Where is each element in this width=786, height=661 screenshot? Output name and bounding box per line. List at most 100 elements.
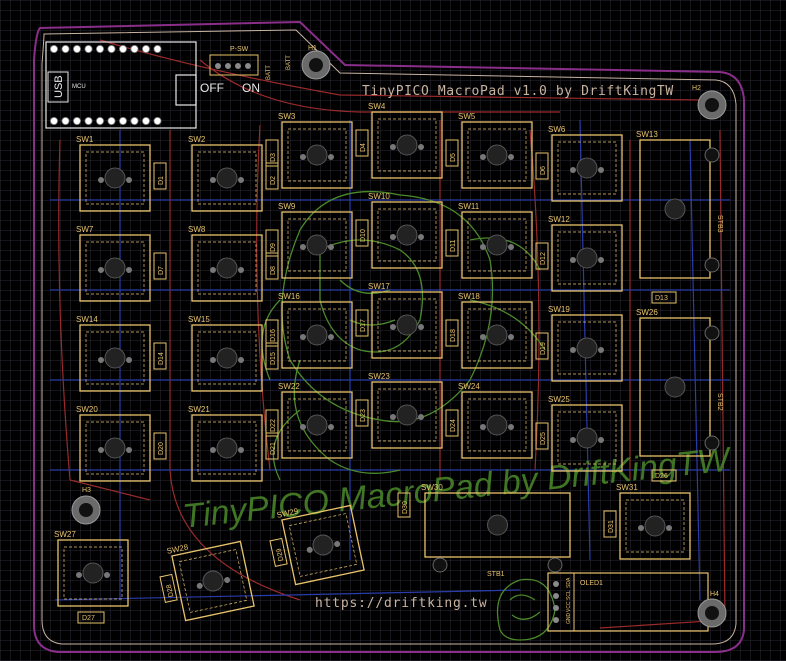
mcu-pin <box>130 117 139 126</box>
diode-label: D6 <box>540 166 547 175</box>
switch-center-hole <box>104 437 126 459</box>
switch-label: SW19 <box>548 305 570 314</box>
switch-center-hole <box>216 347 238 369</box>
switch-pin <box>508 244 514 250</box>
power-switch-label: P-SW <box>230 46 249 53</box>
mcu-pin <box>61 117 70 126</box>
mcu-pin <box>73 45 82 54</box>
mounting-hole-center <box>705 606 719 620</box>
switch-center-hole <box>216 437 238 459</box>
stabilizer-label: STB3 <box>716 215 723 233</box>
switch-pin <box>328 154 334 160</box>
switch-label: SW17 <box>368 282 390 291</box>
diode-label: D4 <box>360 143 367 152</box>
switch-label: SW26 <box>636 308 658 317</box>
diode-label: D5 <box>450 153 457 162</box>
oled-pin <box>553 593 559 599</box>
diode-label: D23 <box>360 409 367 422</box>
switch-pin <box>98 177 104 183</box>
switch-label: SW24 <box>458 382 480 391</box>
diode-label: D11 <box>450 240 457 252</box>
switch-center-hole <box>306 144 328 166</box>
switch-pin <box>328 244 334 250</box>
diode-label: D16 <box>270 329 277 342</box>
switch-label: SW8 <box>188 225 206 234</box>
mounting-hole-center <box>705 98 719 112</box>
diode-label: D18 <box>450 329 457 342</box>
diode-label: D31 <box>608 520 615 533</box>
switch-pin <box>480 154 486 160</box>
switch-center-hole <box>487 514 508 536</box>
battery-label-2: BATT <box>286 55 292 70</box>
mounting-hole-label: H2 <box>692 85 701 92</box>
switch-pin <box>210 447 216 453</box>
mounting-hole-label: H1 <box>308 45 317 52</box>
stabilizer-hole <box>704 435 720 451</box>
oled-label: OLED1 <box>580 580 603 587</box>
mounting-hole-label: H4 <box>710 591 719 598</box>
switch-label: SW5 <box>458 112 476 121</box>
stabilizer-label: STB1 <box>487 571 505 578</box>
mcu-label: MCU <box>72 84 86 90</box>
switch-pin <box>238 357 244 363</box>
switch-label: SW14 <box>76 315 98 324</box>
mcu-pin <box>61 45 70 54</box>
mcu-pin <box>130 45 139 54</box>
switch-label: SW9 <box>278 202 296 211</box>
switch-center-hole <box>396 224 418 246</box>
diode-label: D1 <box>158 176 165 185</box>
switch-label: SW2 <box>188 135 206 144</box>
switch-center-hole <box>104 167 126 189</box>
mounting-hole-center <box>309 58 323 72</box>
switch-center-hole <box>216 257 238 279</box>
switch-label: SW22 <box>278 382 300 391</box>
switch-pin <box>638 525 644 531</box>
switch-center-hole <box>396 314 418 336</box>
mcu-pin <box>119 117 128 126</box>
diode-label: D22 <box>270 419 277 432</box>
diode-label: D27 <box>82 615 95 622</box>
oled-pin <box>553 581 559 587</box>
switch-pin <box>570 257 576 263</box>
switch-pin <box>598 167 604 173</box>
usb-label: USB <box>53 75 65 98</box>
mcu-pin <box>73 117 82 126</box>
switch-pin <box>98 447 104 453</box>
switch-center-hole <box>486 144 508 166</box>
mcu-pin <box>107 117 116 126</box>
mcu-pin <box>50 45 59 54</box>
stabilizer-label: STB2 <box>716 393 723 411</box>
switch-label: SW23 <box>368 372 390 381</box>
diode-label: D14 <box>158 352 165 365</box>
mcu-pin <box>141 117 150 126</box>
switch-pin <box>328 424 334 430</box>
switch-center-hole <box>82 562 104 584</box>
switch-label: SW12 <box>548 215 570 224</box>
switch-pin <box>104 572 110 578</box>
mounting-hole-center <box>79 503 93 517</box>
diode-label: D2 <box>270 176 277 185</box>
switch-pin <box>98 357 104 363</box>
switch-pin <box>570 167 576 173</box>
mcu-pin <box>96 117 105 126</box>
switch-pin <box>508 154 514 160</box>
switch-center-hole <box>664 198 686 220</box>
stabilizer-hole <box>547 557 563 573</box>
switch-label: SW15 <box>188 315 210 324</box>
switch-pin <box>390 144 396 150</box>
switch-pin <box>328 334 334 340</box>
switch-label: SW30 <box>421 483 443 492</box>
switch-pin <box>418 234 424 240</box>
switch-label: SW1 <box>76 135 94 144</box>
diode-label: D30 <box>402 501 409 514</box>
switch-pin <box>126 357 132 363</box>
switch-label: SW25 <box>548 395 570 404</box>
switch-pin <box>238 267 244 273</box>
mcu-pin <box>141 45 150 54</box>
switch-center-hole <box>306 324 328 346</box>
switch-center-hole <box>104 257 126 279</box>
switch-center-hole <box>306 234 328 256</box>
switch-center-hole <box>396 404 418 426</box>
switch-pin <box>390 324 396 330</box>
switch-center-hole <box>486 234 508 256</box>
